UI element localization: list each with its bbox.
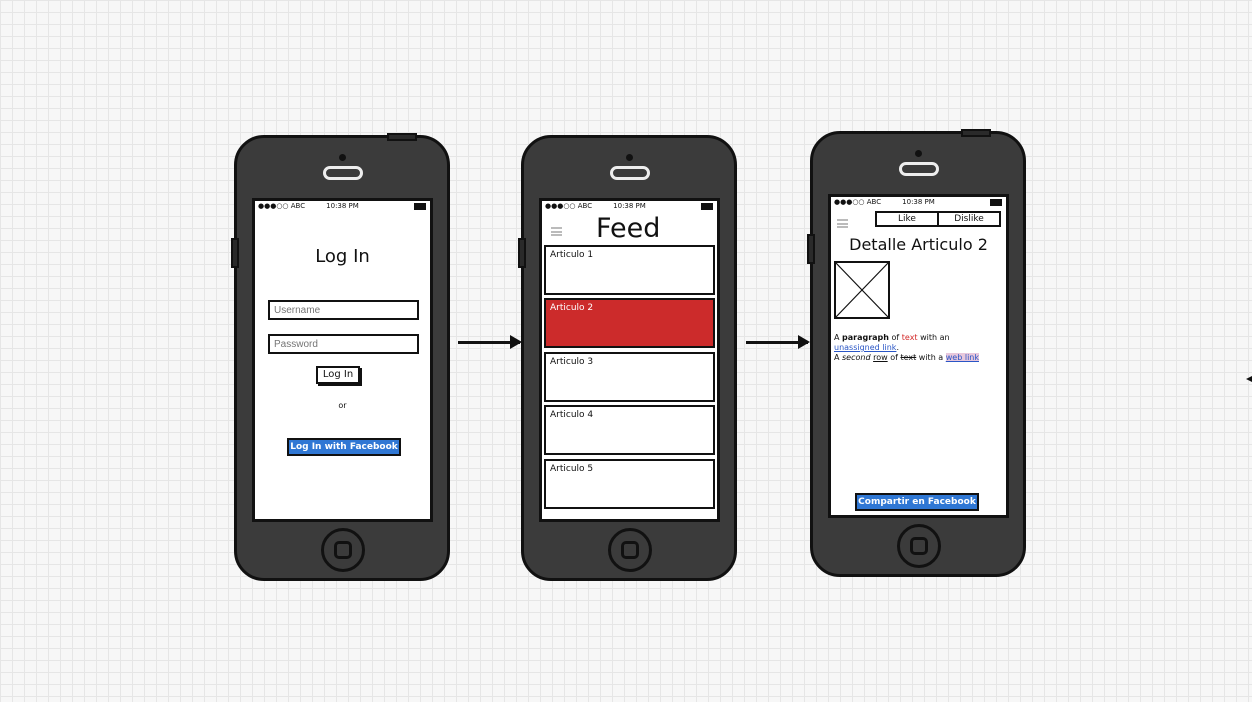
- share-facebook-button[interactable]: Compartir en Facebook: [855, 493, 979, 511]
- underlined-text: row: [873, 353, 888, 362]
- feed-screen: ●●●○○ ABC 10:38 PM Feed Articulo 1 Artic…: [539, 198, 720, 522]
- status-bar: ●●●○○ ABC 10:38 PM: [831, 197, 1006, 209]
- password-input[interactable]: [268, 334, 419, 354]
- battery-icon: [990, 199, 1002, 206]
- speaker-icon: [899, 162, 939, 176]
- page-title: Feed: [596, 213, 661, 244]
- list-item[interactable]: Articulo 5: [544, 459, 715, 509]
- speaker-icon: [610, 166, 650, 180]
- home-button[interactable]: [608, 528, 652, 572]
- list-item-label: Articulo 3: [550, 357, 594, 367]
- login-screen: ●●●○○ ABC 10:38 PM Log In Log In or Log …: [252, 198, 433, 522]
- like-button[interactable]: Like: [877, 213, 939, 225]
- bold-text: paragraph: [842, 333, 889, 342]
- volume-button: [807, 234, 815, 264]
- list-item-selected[interactable]: Articulo 2: [544, 298, 715, 348]
- camera-dot: [915, 150, 922, 157]
- detail-screen: ●●●○○ ABC 10:38 PM Like Dislike Detalle …: [828, 194, 1009, 518]
- facebook-login-button[interactable]: Log In with Facebook: [287, 438, 401, 456]
- arrow-icon: [746, 335, 810, 349]
- battery-icon: [414, 203, 426, 210]
- battery-icon: [701, 203, 713, 210]
- or-label: or: [338, 401, 347, 410]
- strikethrough-text: text: [900, 353, 917, 362]
- arrow-head-icon: [1246, 376, 1252, 382]
- time-label: 10:38 PM: [902, 198, 935, 206]
- list-item-label: Articulo 4: [550, 410, 594, 420]
- list-item[interactable]: Articulo 4: [544, 405, 715, 455]
- arrow-icon: [458, 335, 522, 349]
- dislike-button[interactable]: Dislike: [939, 213, 999, 225]
- like-dislike-segmented: Like Dislike: [875, 211, 1001, 227]
- list-item-label: Articulo 2: [550, 303, 594, 313]
- volume-button: [231, 238, 239, 268]
- list-item-label: Articulo 5: [550, 464, 594, 474]
- status-bar: ●●●○○ ABC 10:38 PM: [542, 201, 717, 213]
- text-span: with a: [916, 353, 946, 362]
- list-item[interactable]: Articulo 3: [544, 352, 715, 402]
- italic-text: second: [842, 353, 871, 362]
- text-span: of: [888, 333, 902, 342]
- paragraph-row-3: A second row of text with a web link: [834, 353, 1006, 363]
- text-span: A: [834, 353, 843, 362]
- login-button[interactable]: Log In: [316, 366, 360, 384]
- phone-feed: ●●●○○ ABC 10:38 PM Feed Articulo 1 Artic…: [518, 135, 737, 581]
- paragraph-row-1: A paragraph of text with an: [834, 333, 1006, 343]
- power-button: [961, 129, 991, 137]
- image-placeholder-icon: [834, 261, 890, 319]
- unassigned-link[interactable]: unassigned link: [834, 343, 896, 352]
- menu-icon[interactable]: [837, 219, 848, 228]
- text-span: .: [896, 343, 899, 352]
- home-button[interactable]: [321, 528, 365, 572]
- text-span: of: [887, 353, 901, 362]
- paragraph-row-2: unassigned link.: [834, 343, 1006, 353]
- camera-dot: [626, 154, 633, 161]
- text-span: with an: [917, 333, 950, 342]
- article-paragraph: A paragraph of text with an unassigned l…: [834, 333, 1006, 363]
- web-link[interactable]: web link: [945, 353, 979, 362]
- page-title: Detalle Articulo 2: [849, 235, 988, 254]
- camera-dot: [339, 154, 346, 161]
- image-placeholder: [834, 261, 890, 319]
- power-button: [387, 133, 417, 141]
- speaker-icon: [323, 166, 363, 180]
- text-span: A: [834, 333, 843, 342]
- phone-login: ●●●○○ ABC 10:38 PM Log In Log In or Log …: [231, 133, 450, 581]
- home-button[interactable]: [897, 524, 941, 568]
- phone-detail: ●●●○○ ABC 10:38 PM Like Dislike Detalle …: [807, 129, 1026, 577]
- volume-button: [518, 238, 526, 268]
- page-title: Log In: [315, 246, 370, 267]
- list-item-label: Articulo 1: [550, 250, 594, 260]
- time-label: 10:38 PM: [613, 202, 646, 210]
- list-item[interactable]: Articulo 1: [544, 245, 715, 295]
- menu-icon[interactable]: [551, 227, 562, 236]
- username-input[interactable]: [268, 300, 419, 320]
- status-bar: ●●●○○ ABC 10:38 PM: [255, 201, 430, 213]
- red-text: text: [901, 333, 918, 342]
- time-label: 10:38 PM: [326, 202, 359, 210]
